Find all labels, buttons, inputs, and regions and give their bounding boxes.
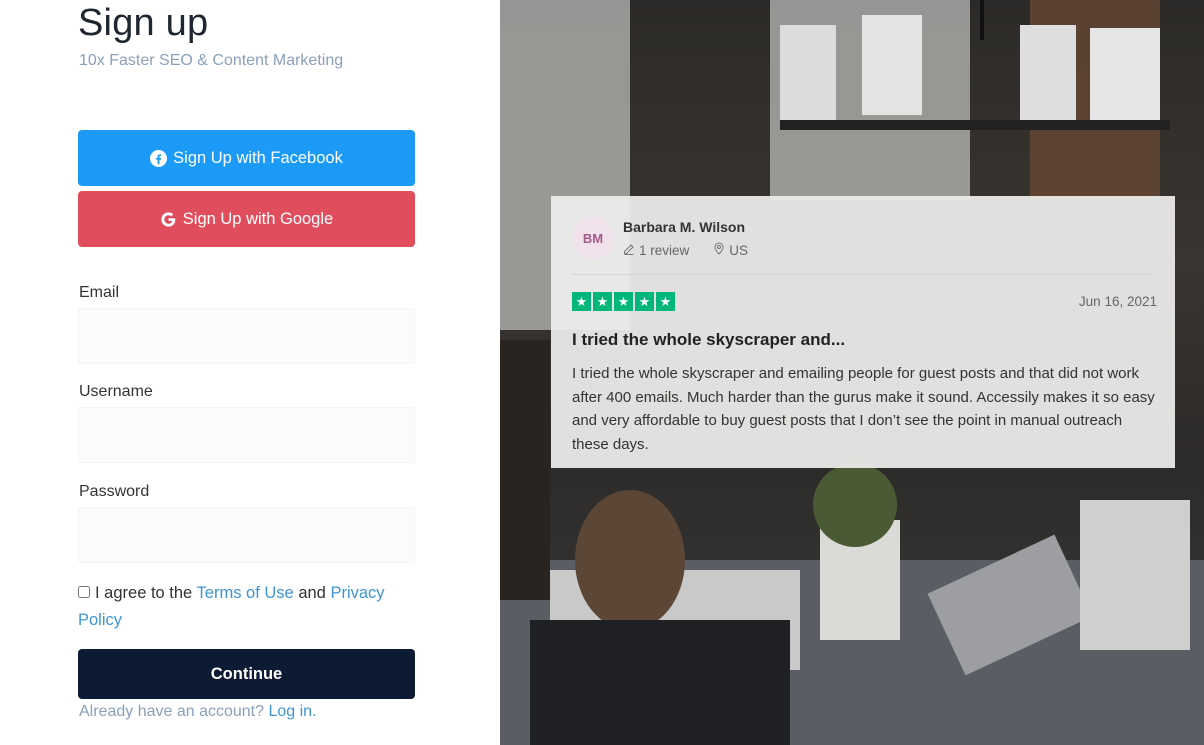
email-field[interactable] [78, 308, 415, 364]
reviewer-name: Barbara M. Wilson [623, 219, 746, 235]
pencil-icon [623, 243, 635, 258]
star-icon: ★ [593, 292, 612, 311]
review-count: 1 review [639, 242, 690, 258]
continue-button[interactable]: Continue [78, 649, 415, 699]
review-body: I tried the whole skyscraper and emailin… [572, 365, 1155, 453]
review-title: I tried the whole skyscraper and... [572, 330, 846, 349]
google-button-label: Sign Up with Google [182, 209, 334, 228]
signup-panel: Sign up 10x Faster SEO & Content Marketi… [0, 0, 500, 745]
login-link[interactable]: Log in. [268, 703, 316, 720]
facebook-signup-button[interactable]: Sign Up with Facebook [78, 130, 415, 186]
username-label: Username [79, 383, 153, 400]
agree-checkbox[interactable] [78, 586, 90, 598]
password-label: Password [79, 483, 150, 500]
facebook-button-label: Sign Up with Facebook [173, 148, 343, 167]
page-subtitle: 10x Faster SEO & Content Marketing [79, 52, 344, 69]
star-icon: ★ [656, 292, 675, 311]
page-title: Sign up [78, 2, 209, 44]
reviewer-country: US [729, 242, 749, 258]
terms-agreement: I agree to the Terms of Use and Privacy … [78, 580, 408, 634]
hero-photo: BM Barbara M. Wilson 1 review US ★ ★ ★ ★… [500, 0, 1204, 745]
star-icon: ★ [635, 292, 654, 311]
facebook-icon [150, 149, 168, 167]
password-field[interactable] [78, 507, 415, 563]
already-text: Already have an account? [79, 703, 265, 720]
google-signup-button[interactable]: Sign Up with Google [78, 191, 415, 247]
reviewer-meta: 1 review US [623, 242, 748, 258]
review-date: Jun 16, 2021 [1078, 294, 1157, 309]
terms-of-use-link[interactable]: Terms of Use [197, 584, 294, 602]
login-prompt: Already have an account? Log in. [79, 703, 317, 721]
star-icon: ★ [572, 292, 591, 311]
avatar: BM [572, 217, 614, 259]
review-card: BM Barbara M. Wilson 1 review US ★ ★ ★ ★… [551, 196, 1175, 468]
location-pin-icon [713, 242, 725, 258]
agree-and: and [298, 584, 326, 602]
chandelier-icon [780, 0, 1170, 130]
email-label: Email [79, 284, 120, 301]
star-icon: ★ [614, 292, 633, 311]
agree-prefix: I agree to the [95, 584, 193, 602]
review-divider [572, 274, 1155, 275]
username-field[interactable] [78, 407, 415, 463]
google-icon [160, 211, 177, 228]
rating-stars: ★ ★ ★ ★ ★ [572, 292, 675, 311]
